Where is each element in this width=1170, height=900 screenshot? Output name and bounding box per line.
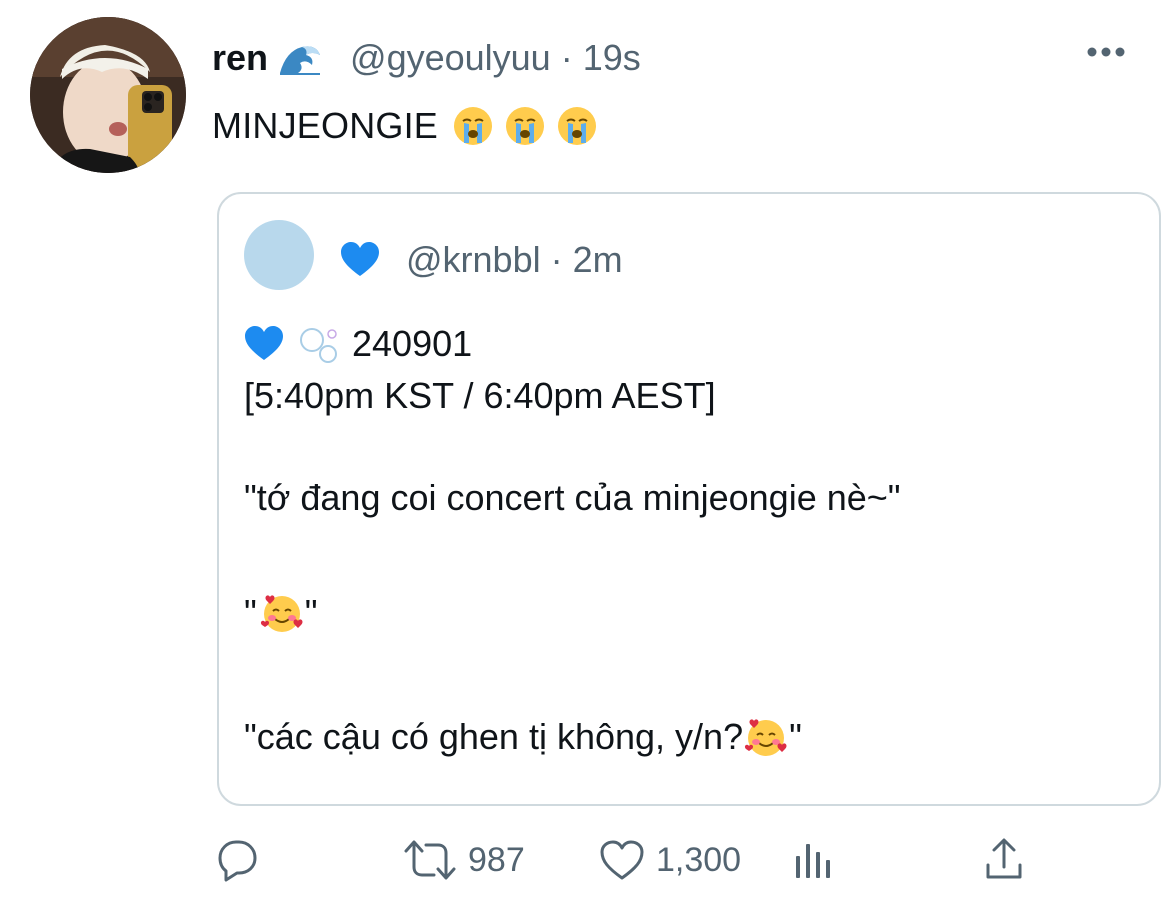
quote-date: 240901 bbox=[352, 323, 473, 364]
blue-heart-icon bbox=[245, 326, 283, 360]
share-icon bbox=[986, 838, 1022, 879]
bubbles-icon bbox=[300, 328, 337, 363]
avatar-photo bbox=[30, 17, 186, 173]
like-button[interactable]: 1,300 bbox=[598, 836, 741, 884]
more-dots-icon bbox=[1087, 47, 1125, 57]
share-button[interactable] bbox=[984, 836, 1024, 884]
crying-face-icon bbox=[454, 107, 493, 145]
retweet-count: 987 bbox=[468, 840, 525, 879]
blue-heart-icon bbox=[341, 242, 379, 276]
quote-line-4: " " bbox=[244, 588, 318, 638]
quoted-author-avatar[interactable] bbox=[244, 220, 314, 290]
wave-icon bbox=[278, 41, 322, 75]
like-count: 1,300 bbox=[656, 840, 742, 879]
tweet-body: MINJEONGIE bbox=[212, 104, 598, 148]
analytics-icon bbox=[796, 844, 830, 878]
retweet-icon bbox=[404, 840, 456, 880]
quote-question-text: "các cậu có ghen tị không, y/n? bbox=[244, 716, 744, 757]
tweet-timestamp[interactable]: 19s bbox=[583, 37, 641, 79]
heart-icon bbox=[600, 840, 644, 880]
crying-face-icon bbox=[558, 107, 597, 145]
separator-dot: · bbox=[560, 37, 573, 78]
crying-face-icon bbox=[506, 107, 545, 145]
reply-icon bbox=[218, 840, 257, 882]
quote-close-mark: " bbox=[304, 592, 318, 633]
quote-line-3: "tớ đang coi concert của minjeongie nè~" bbox=[244, 477, 901, 518]
quote-open-mark: " bbox=[244, 592, 257, 633]
more-options-button[interactable] bbox=[1084, 36, 1128, 68]
quote-line-2: [5:40pm KST / 6:40pm AEST] bbox=[244, 375, 716, 416]
author-display-name[interactable]: ren bbox=[212, 37, 268, 79]
quoted-tweet-timestamp: 2m bbox=[572, 239, 623, 280]
quote-line-5: "các cậu có ghen tị không, y/n? " bbox=[244, 712, 802, 762]
tweet-header: ren @gyeoulyuu · 19s bbox=[212, 36, 641, 80]
author-avatar[interactable] bbox=[30, 17, 186, 173]
tweet-text: MINJEONGIE bbox=[212, 105, 439, 146]
separator-dot: · bbox=[550, 239, 563, 280]
reply-button[interactable] bbox=[214, 836, 260, 884]
analytics-button[interactable] bbox=[790, 836, 834, 884]
smiling-face-with-hearts-icon bbox=[260, 595, 303, 632]
smiling-face-with-hearts-icon bbox=[745, 719, 787, 756]
author-handle[interactable]: @gyeoulyuu bbox=[350, 37, 551, 79]
quote-close-mark: " bbox=[789, 716, 802, 757]
quoted-author-handle[interactable]: @krnbbl bbox=[406, 239, 541, 281]
quoted-tweet-header: @krnbbl · 2m bbox=[340, 238, 623, 282]
retweet-button[interactable]: 987 bbox=[402, 836, 525, 884]
quote-line-1: 240901 bbox=[244, 322, 472, 366]
